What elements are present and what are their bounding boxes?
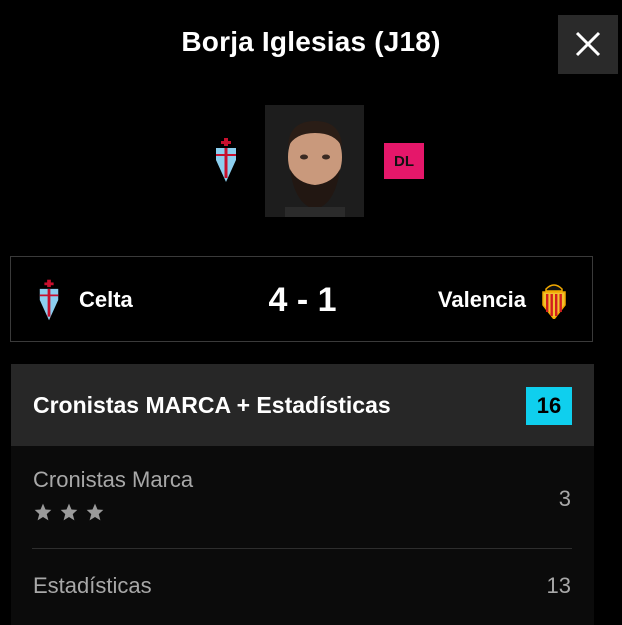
player-photo xyxy=(265,105,364,217)
position-badge: DL xyxy=(384,143,424,179)
away-team: Valencia xyxy=(438,257,568,343)
close-icon xyxy=(575,31,601,57)
modal-title: Borja Iglesias (J18) xyxy=(181,26,441,57)
cronistas-stars xyxy=(33,502,105,522)
valencia-crest-icon xyxy=(542,284,566,319)
match-result: Celta 4 - 1 Valencia xyxy=(10,256,593,342)
celta-crest-icon xyxy=(216,138,236,182)
rating-title: Cronistas MARCA + Estadísticas xyxy=(33,392,391,418)
star-icon xyxy=(60,503,78,521)
estadisticas-value: 13 xyxy=(546,573,571,598)
player-portrait-image xyxy=(265,105,364,217)
close-button[interactable] xyxy=(558,15,618,74)
cronistas-label: Cronistas Marca xyxy=(33,467,194,492)
rating-card: Cronistas MARCA + Estadísticas 16 Cronis… xyxy=(11,364,594,625)
star-icon xyxy=(86,503,104,521)
away-team-name: Valencia xyxy=(437,287,526,312)
row-divider xyxy=(32,548,572,549)
estadisticas-label: Estadísticas xyxy=(33,573,152,598)
cronistas-value: 3 xyxy=(558,486,571,511)
rating-header: Cronistas MARCA + Estadísticas 16 xyxy=(11,364,594,446)
total-points-badge: 16 xyxy=(526,387,572,425)
star-icon xyxy=(34,503,52,521)
